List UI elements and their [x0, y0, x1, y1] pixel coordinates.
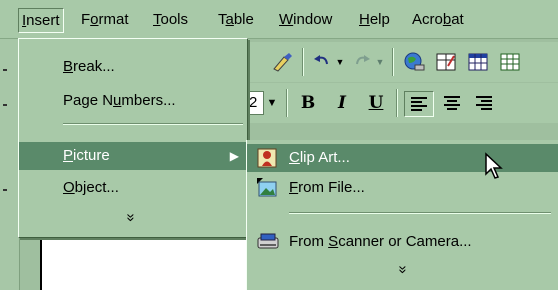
excel-sheet-icon[interactable] — [496, 50, 524, 74]
menu-window-post: indow — [293, 11, 333, 28]
menu-tools[interactable]: Tools — [153, 11, 188, 29]
menu-bar: Insert Format Tools Table Window Help Ac… — [0, 0, 558, 39]
menu-item-page-numbers[interactable]: Page Numbers... — [19, 87, 247, 115]
submenu-item-label: From Scanner or Camera... — [289, 233, 472, 250]
align-right-icon[interactable] — [470, 91, 498, 115]
menu-item-label: Break... — [63, 58, 115, 75]
align-center-icon[interactable] — [438, 91, 466, 115]
strip-tick — [3, 104, 7, 106]
menu-acrobat-key: b — [442, 11, 452, 28]
toolbar-separator — [392, 48, 394, 76]
menu-tools-key: T — [153, 11, 161, 28]
menu-item-picture[interactable]: Picture ▶ — [19, 142, 247, 170]
strip-tick — [3, 69, 7, 71]
submenu-item-label: From File... — [289, 179, 365, 196]
menu-help-key: H — [359, 11, 370, 28]
strip-tick — [3, 189, 7, 191]
menu-format-key: o — [90, 11, 99, 28]
menu-window[interactable]: Window — [279, 11, 332, 29]
standard-toolbar: ▼ ▼ — [246, 42, 558, 82]
menu-separator — [63, 123, 243, 125]
submenu-separator — [289, 212, 551, 214]
menu-insert-post: nsert — [26, 12, 60, 29]
menu-acrobat-post: at — [451, 11, 464, 28]
menu-acrobat-pre: Acro — [412, 11, 443, 28]
redo-dropdown-icon[interactable]: ▼ — [374, 50, 386, 74]
toolbar-separator — [302, 48, 304, 76]
menu-format-pre: F — [81, 11, 91, 28]
menu-table[interactable]: Table — [218, 11, 254, 29]
menu-item-break[interactable]: Break... — [19, 53, 247, 81]
insert-menu: Break... Page Numbers... Picture ▶ Objec… — [18, 38, 248, 238]
toolbar-separator — [286, 89, 288, 117]
menu-help-post: elp — [369, 11, 390, 28]
expand-submenu-icon[interactable]: » — [395, 262, 412, 278]
menu-item-label: Page Numbers... — [63, 92, 176, 109]
submenu-item-label: Clip Art... — [289, 149, 350, 166]
menu-insert[interactable]: Insert — [18, 8, 64, 33]
picture-submenu: Clip Art... From File... From Scanner or… — [246, 140, 558, 290]
menu-help[interactable]: Help — [359, 11, 390, 29]
submenu-arrow-icon: ▶ — [229, 149, 239, 163]
redo-icon[interactable] — [350, 50, 374, 74]
scanner-icon — [257, 232, 279, 252]
menu-format-post: rmat — [98, 11, 129, 28]
clip-art-icon — [257, 148, 277, 168]
menu-tools-post: ools — [160, 11, 189, 28]
formatting-toolbar: 2 ▼ B I U — [246, 83, 558, 123]
left-frame-strip — [0, 39, 20, 290]
menu-format[interactable]: Format — [81, 11, 129, 29]
tables-borders-icon[interactable] — [432, 50, 460, 74]
menu-item-label: Object... — [63, 179, 119, 196]
menu-item-object[interactable]: Object... — [19, 174, 247, 202]
italic-button[interactable]: I — [330, 91, 354, 115]
font-size-dropdown-icon[interactable]: ▼ — [264, 91, 280, 115]
picture-file-icon — [257, 178, 277, 198]
undo-icon[interactable] — [310, 50, 334, 74]
submenu-item-from-scanner[interactable]: From Scanner or Camera... — [247, 228, 558, 256]
toolbar-separator — [396, 89, 398, 117]
format-painter-icon[interactable] — [268, 50, 296, 74]
align-left-icon[interactable] — [404, 91, 434, 117]
underline-button[interactable]: U — [364, 91, 388, 115]
menu-table-post: ble — [233, 11, 254, 28]
web-link-icon[interactable] — [400, 50, 428, 74]
menu-item-label: Picture — [63, 147, 110, 164]
insert-table-icon[interactable] — [464, 50, 492, 74]
submenu-item-from-file[interactable]: From File... — [247, 174, 558, 202]
expand-menu-icon[interactable]: » — [123, 210, 140, 226]
undo-dropdown-icon[interactable]: ▼ — [334, 50, 346, 74]
menu-acrobat[interactable]: Acrobat — [412, 11, 464, 29]
menu-window-key: W — [279, 11, 294, 28]
bold-button[interactable]: B — [296, 91, 320, 115]
menu-table-key: a — [225, 11, 234, 28]
submenu-item-clip-art[interactable]: Clip Art... — [247, 144, 558, 172]
mouse-pointer-icon — [484, 152, 506, 186]
font-size-input[interactable]: 2 — [246, 91, 264, 115]
menu-table-pre: T — [218, 11, 226, 28]
